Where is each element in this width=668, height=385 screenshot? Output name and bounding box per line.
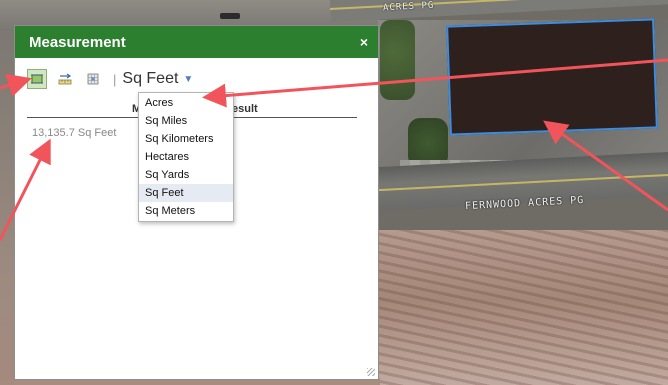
unit-option[interactable]: Sq Meters	[139, 202, 233, 220]
distance-tool-button[interactable]	[55, 69, 75, 89]
unit-option[interactable]: Sq Yards	[139, 166, 233, 184]
location-tool-button[interactable]	[83, 69, 103, 89]
unit-select-value: Sq Feet	[122, 70, 179, 87]
area-tool-button[interactable]	[27, 69, 47, 89]
resize-handle[interactable]	[367, 368, 375, 376]
panel-header[interactable]: Measurement ×	[15, 26, 378, 58]
distance-tool-icon	[58, 73, 72, 85]
area-tool-icon	[31, 74, 43, 84]
chevron-down-icon: ▼	[183, 73, 194, 85]
unit-option[interactable]: Sq Feet	[139, 184, 233, 202]
unit-select[interactable]: Sq Feet ▼	[122, 70, 193, 88]
panel-title: Measurement	[29, 33, 126, 51]
map-edge	[0, 30, 14, 385]
measurement-result-value: 13,135.7 Sq Feet	[32, 127, 117, 139]
unit-option[interactable]: Acres	[139, 94, 233, 112]
measurement-toolbar: | Sq Feet ▼	[27, 68, 193, 90]
toolbar-separator: |	[113, 71, 117, 87]
close-button[interactable]: ×	[360, 34, 368, 50]
unit-option[interactable]: Sq Kilometers	[139, 130, 233, 148]
unit-option[interactable]: Hectares	[139, 148, 233, 166]
unit-dropdown-menu: Acres Sq Miles Sq Kilometers Hectares Sq Yar…	[138, 92, 234, 222]
map-tree	[380, 20, 415, 100]
unit-option[interactable]: Sq Miles	[139, 112, 233, 130]
map-car	[220, 13, 240, 19]
location-tool-icon	[87, 73, 99, 85]
measured-polygon[interactable]	[446, 18, 658, 136]
result-column-header: esult	[232, 103, 258, 115]
